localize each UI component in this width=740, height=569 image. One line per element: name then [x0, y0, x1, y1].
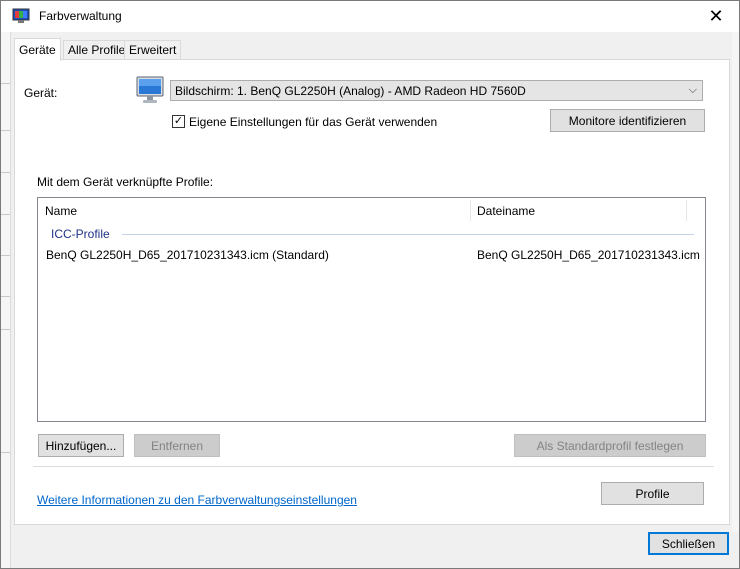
remove-button[interactable]: Entfernen	[134, 434, 220, 457]
close-window-button[interactable]: ✕	[693, 1, 739, 32]
monitor-icon	[136, 76, 164, 103]
background-window-strip-right	[732, 32, 739, 532]
tab-devices[interactable]: Geräte	[14, 38, 61, 61]
close-button[interactable]: Schließen	[648, 532, 729, 555]
column-name[interactable]: Name	[45, 204, 77, 218]
close-icon: ✕	[708, 6, 724, 26]
table-row-file[interactable]: BenQ GL2250H_D65_201710231343.icm	[477, 248, 700, 262]
window-title: Farbverwaltung	[39, 9, 122, 23]
linked-profiles-label: Mit dem Gerät verknüpfte Profile:	[37, 175, 214, 189]
set-default-profile-button[interactable]: Als Standardprofil festlegen	[514, 434, 706, 457]
device-label: Gerät:	[24, 86, 58, 100]
background-window-strip	[1, 32, 11, 568]
more-info-link[interactable]: Weitere Informationen zu den Farbverwalt…	[37, 493, 357, 507]
title-bar: Farbverwaltung ✕	[1, 1, 739, 32]
group-header: ICC-Profile	[51, 227, 110, 241]
profiles-list[interactable]: Name Dateiname ICC-Profile BenQ GL2250H_…	[37, 197, 706, 422]
color-management-icon	[12, 8, 30, 23]
identify-monitors-button[interactable]: Monitore identifizieren	[550, 109, 705, 132]
device-select-value: Bildschirm: 1. BenQ GL2250H (Analog) - A…	[175, 84, 526, 98]
table-row-name[interactable]: BenQ GL2250H_D65_201710231343.icm (Stand…	[46, 248, 329, 262]
chevron-down-icon: ⌵	[688, 84, 697, 96]
list-header: Name Dateiname	[38, 198, 705, 223]
color-management-window: Farbverwaltung ✕ Geräte Alle Profile Erw…	[0, 0, 740, 569]
column-filename[interactable]: Dateiname	[477, 204, 535, 218]
add-button[interactable]: Hinzufügen...	[38, 434, 124, 457]
tab-all-profiles[interactable]: Alle Profile	[63, 40, 131, 59]
device-select[interactable]: Bildschirm: 1. BenQ GL2250H (Analog) - A…	[170, 80, 703, 101]
profile-button[interactable]: Profile	[601, 482, 704, 505]
own-settings-checkbox[interactable]: ✓	[172, 115, 185, 128]
divider	[33, 466, 714, 467]
devices-panel: Gerät: Bildschirm: 1. BenQ GL2250H (Anal…	[14, 59, 730, 525]
own-settings-label: Eigene Einstellungen für das Gerät verwe…	[189, 115, 438, 129]
tab-advanced[interactable]: Erweitert	[124, 40, 182, 59]
group-divider	[122, 234, 694, 235]
